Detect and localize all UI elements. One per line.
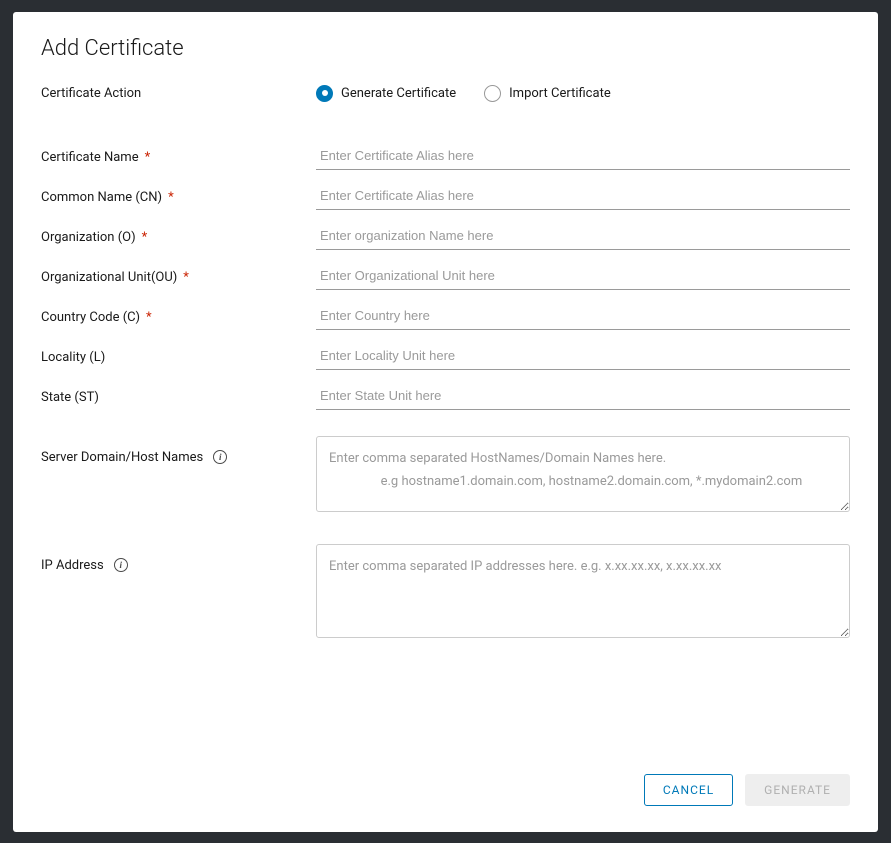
organization-input[interactable] <box>316 222 850 250</box>
info-icon[interactable]: i <box>213 450 227 464</box>
radio-selected-icon <box>316 85 333 102</box>
modal-footer: CANCEL GENERATE <box>13 756 878 832</box>
certificate-name-input[interactable] <box>316 142 850 170</box>
modal-title: Add Certificate <box>13 12 878 69</box>
info-icon[interactable]: i <box>114 558 128 572</box>
country-code-row: Country Code (C) * <box>41 302 864 330</box>
locality-row: Locality (L) <box>41 342 864 370</box>
required-indicator: * <box>142 230 148 245</box>
ip-address-row: IP Address i <box>41 544 864 642</box>
common-name-input[interactable] <box>316 182 850 210</box>
certificate-name-label: Certificate Name <box>41 150 139 165</box>
required-indicator: * <box>146 310 152 325</box>
organizational-unit-label: Organizational Unit(OU) <box>41 270 177 285</box>
cancel-button[interactable]: CANCEL <box>644 774 733 806</box>
generate-button[interactable]: GENERATE <box>745 774 850 806</box>
add-certificate-modal: Add Certificate Certificate Action Gener… <box>13 12 878 832</box>
locality-input[interactable] <box>316 342 850 370</box>
certificate-name-row: Certificate Name * <box>41 142 864 170</box>
host-names-row: Server Domain/Host Names i <box>41 436 864 516</box>
modal-body: Certificate Action Generate Certificate … <box>13 69 874 756</box>
generate-certificate-label: Generate Certificate <box>341 86 456 101</box>
organization-label: Organization (O) <box>41 230 136 245</box>
state-input[interactable] <box>316 382 850 410</box>
organization-row: Organization (O) * <box>41 222 864 250</box>
required-indicator: * <box>168 190 174 205</box>
state-row: State (ST) <box>41 382 864 410</box>
organizational-unit-input[interactable] <box>316 262 850 290</box>
certificate-action-label: Certificate Action <box>41 86 316 101</box>
generate-certificate-radio[interactable]: Generate Certificate <box>316 85 456 102</box>
required-indicator: * <box>183 270 189 285</box>
common-name-row: Common Name (CN) * <box>41 182 864 210</box>
import-certificate-radio[interactable]: Import Certificate <box>484 85 611 102</box>
state-label: State (ST) <box>41 390 99 405</box>
radio-unselected-icon <box>484 85 501 102</box>
host-names-label: Server Domain/Host Names <box>41 450 203 465</box>
ip-address-label: IP Address <box>41 558 104 573</box>
certificate-action-radio-group: Generate Certificate Import Certificate <box>316 85 850 102</box>
country-code-input[interactable] <box>316 302 850 330</box>
certificate-action-row: Certificate Action Generate Certificate … <box>41 85 864 102</box>
country-code-label: Country Code (C) <box>41 310 140 325</box>
host-names-textarea[interactable] <box>316 436 850 512</box>
locality-label: Locality (L) <box>41 350 105 365</box>
organizational-unit-row: Organizational Unit(OU) * <box>41 262 864 290</box>
required-indicator: * <box>145 150 151 165</box>
import-certificate-label: Import Certificate <box>509 86 611 101</box>
common-name-label: Common Name (CN) <box>41 190 162 205</box>
ip-address-textarea[interactable] <box>316 544 850 638</box>
